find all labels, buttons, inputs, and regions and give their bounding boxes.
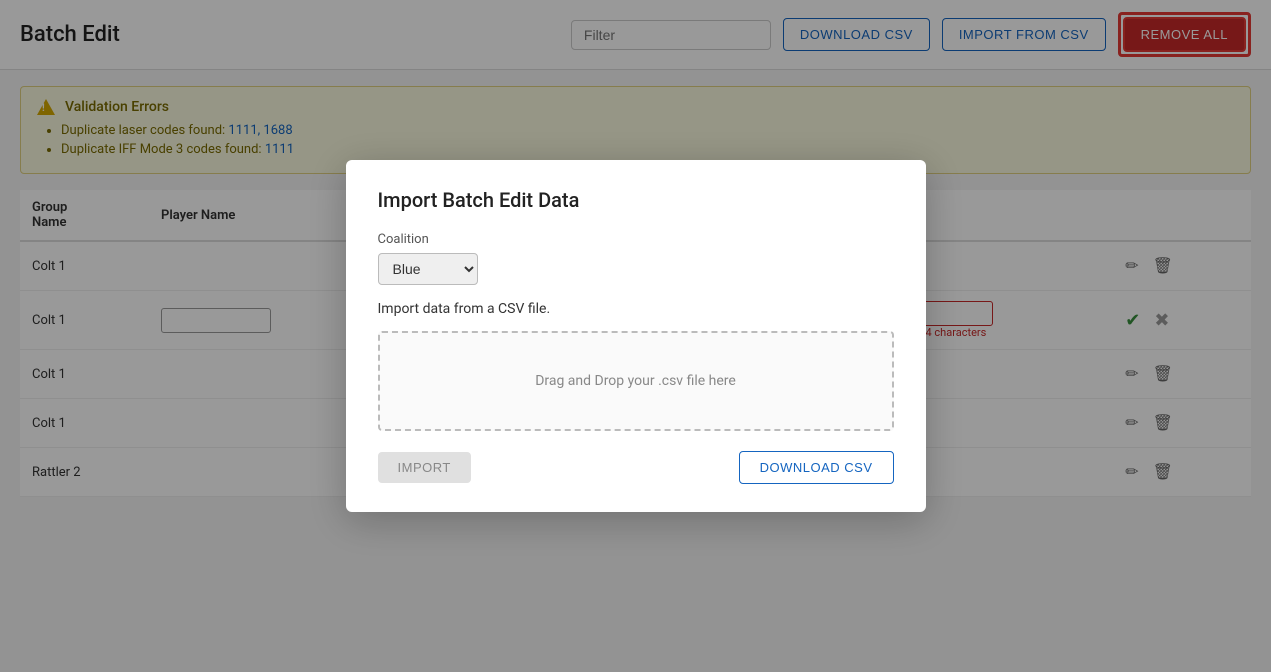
modal-overlay: Import Batch Edit Data Coalition Blue Re… — [0, 0, 1271, 672]
file-drop-zone[interactable]: Drag and Drop your .csv file here — [378, 331, 894, 431]
import-button[interactable]: IMPORT — [378, 452, 471, 483]
modal-title: Import Batch Edit Data — [378, 188, 894, 212]
modal-footer: IMPORT DOWNLOAD CSV — [378, 451, 894, 484]
import-modal: Import Batch Edit Data Coalition Blue Re… — [346, 160, 926, 512]
modal-download-csv-button[interactable]: DOWNLOAD CSV — [739, 451, 894, 484]
coalition-select[interactable]: Blue Red — [378, 253, 478, 285]
coalition-label: Coalition — [378, 232, 894, 247]
modal-description: Import data from a CSV file. — [378, 301, 894, 317]
drop-zone-text: Drag and Drop your .csv file here — [535, 373, 736, 389]
